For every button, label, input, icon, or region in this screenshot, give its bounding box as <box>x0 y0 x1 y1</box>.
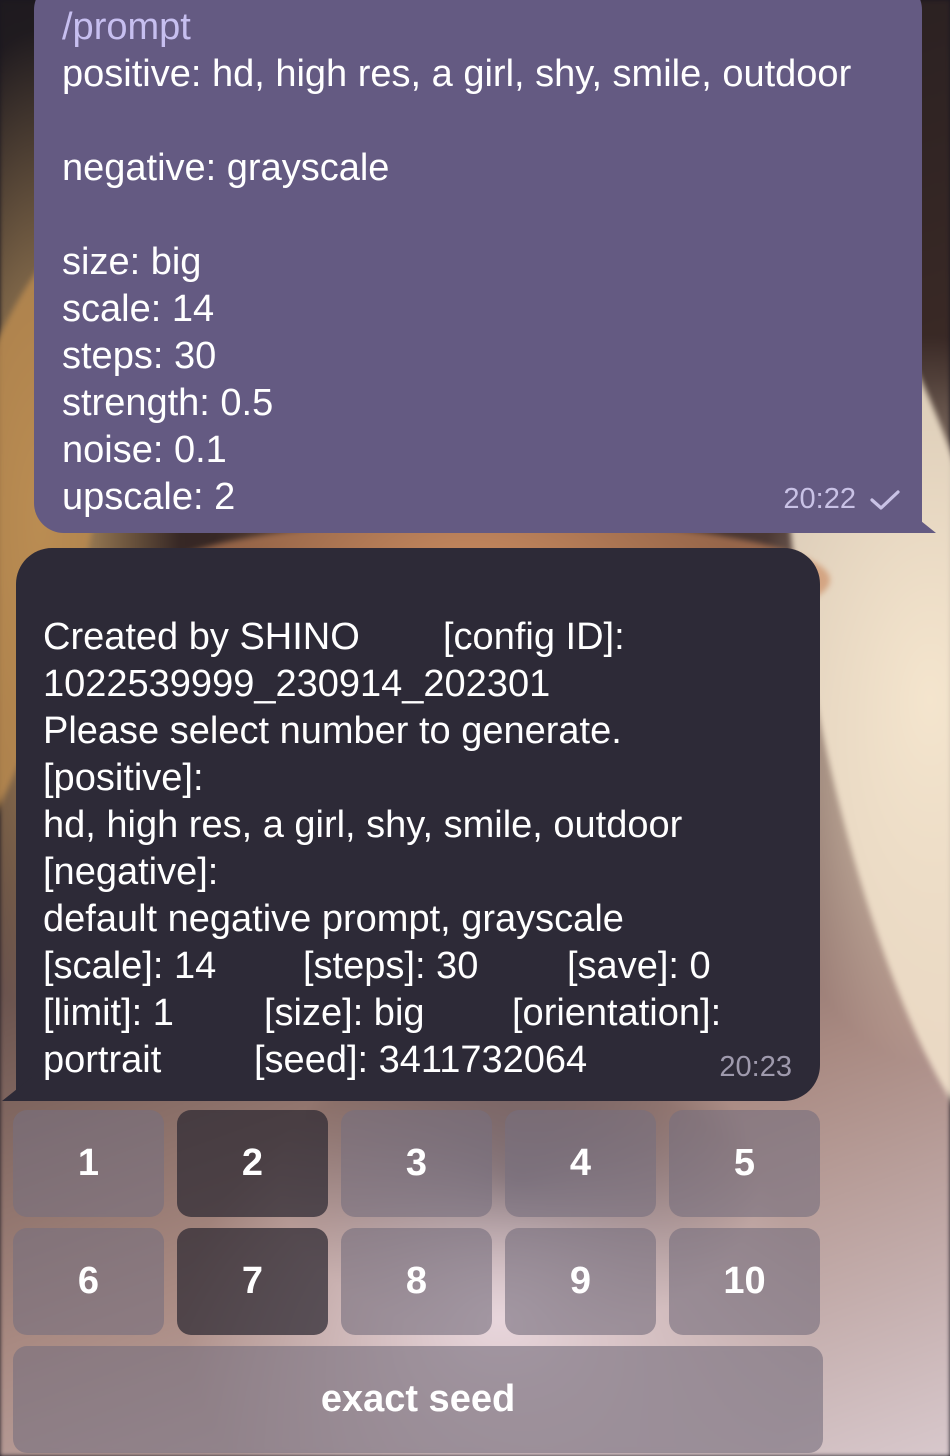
created-by-line: Created by SHINO [config ID]: <box>43 614 800 661</box>
check-icon <box>870 489 900 510</box>
limit-size-orientation-line: [limit]: 1 [size]: big [orientation]: <box>43 990 800 1037</box>
key-8-button[interactable]: 8 <box>341 1228 492 1335</box>
key-7-button[interactable]: 7 <box>177 1228 328 1335</box>
message-meta: 20:23 <box>719 1044 792 1091</box>
steps-value: [steps]: 30 <box>303 945 479 987</box>
key-5-button[interactable]: 5 <box>669 1110 820 1217</box>
scale-value: [scale]: 14 <box>43 945 217 987</box>
outgoing-message-bubble[interactable]: /prompt positive: hd, high res, a girl, … <box>34 0 936 533</box>
orientation-seed-line: portrait [seed]: 3411732064 <box>43 1037 800 1084</box>
created-by-text: Created by SHINO <box>43 616 360 658</box>
strength-line: strength: 0.5 <box>62 382 274 424</box>
upscale-line: upscale: 2 <box>62 476 236 518</box>
key-9-button[interactable]: 9 <box>505 1228 656 1335</box>
message-meta: 20:22 <box>783 476 900 523</box>
key-2-button[interactable]: 2 <box>177 1110 328 1217</box>
config-label: [config ID]: <box>443 616 625 658</box>
negative-value: default negative prompt, grayscale <box>43 898 624 940</box>
scale-line: scale: 14 <box>62 288 215 330</box>
key-1-button[interactable]: 1 <box>13 1110 164 1217</box>
steps-line: steps: 30 <box>62 335 217 377</box>
orientation-label: [orientation]: <box>512 992 722 1034</box>
size-line: size: big <box>62 241 202 283</box>
message-time: 20:23 <box>719 1051 792 1083</box>
limit-value: [limit]: 1 <box>43 992 174 1034</box>
noise-line: noise: 0.1 <box>62 429 227 471</box>
key-4-button[interactable]: 4 <box>505 1110 656 1217</box>
save-value: [save]: 0 <box>567 945 711 987</box>
exact-seed-button[interactable]: exact seed <box>13 1346 823 1453</box>
config-id: 1022539999_230914_202301 <box>43 663 551 705</box>
incoming-message-bubble[interactable]: Created by SHINO [config ID]: 1022539999_… <box>2 548 820 1101</box>
message-time: 20:22 <box>783 483 856 515</box>
scale-steps-save-line: [scale]: 14 [steps]: 30 [save]: 0 <box>43 943 800 990</box>
command-text: /prompt <box>62 6 191 48</box>
negative-line: negative: grayscale <box>62 147 390 189</box>
positive-value: hd, high res, a girl, shy, smile, outdoo… <box>43 804 683 846</box>
key-10-button[interactable]: 10 <box>669 1228 820 1335</box>
size-value: [size]: big <box>264 992 425 1034</box>
negative-label: [negative]: <box>43 851 219 893</box>
key-6-button[interactable]: 6 <box>13 1228 164 1335</box>
instruction-text: Please select number to generate. <box>43 710 622 752</box>
orientation-value: portrait <box>43 1039 162 1081</box>
positive-line: positive: hd, high res, a girl, shy, smi… <box>62 53 852 95</box>
key-3-button[interactable]: 3 <box>341 1110 492 1217</box>
positive-label: [positive]: <box>43 757 204 799</box>
seed-value: [seed]: 3411732064 <box>254 1039 588 1081</box>
